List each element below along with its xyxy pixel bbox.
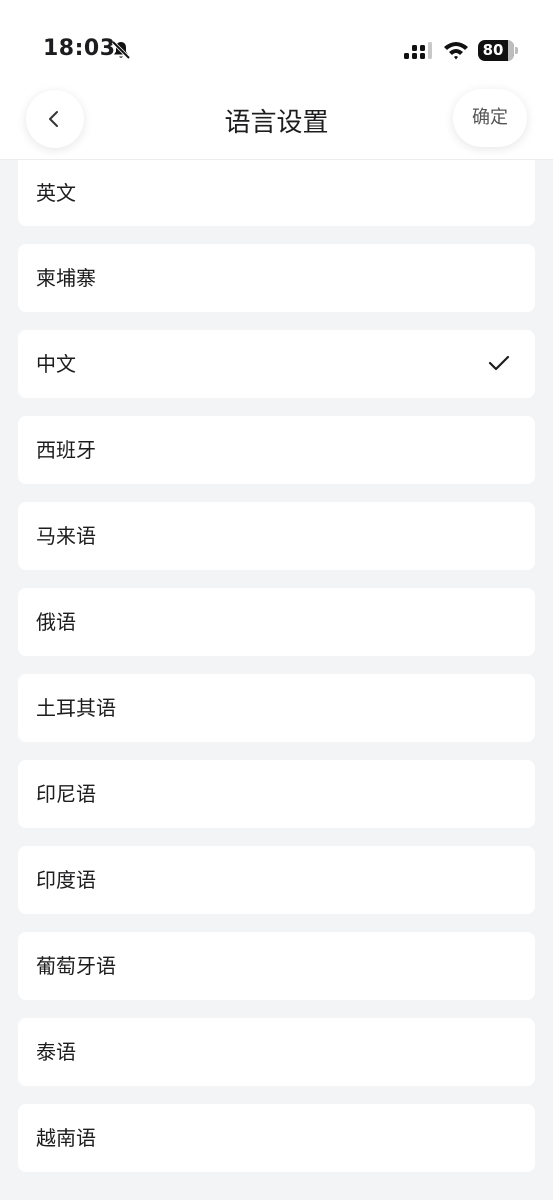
- language-label: 越南语: [36, 1126, 96, 1150]
- status-bar: 18:03 80: [0, 0, 553, 80]
- language-item-indonesian[interactable]: 印尼语: [18, 760, 535, 828]
- language-label: 俄语: [36, 610, 76, 634]
- language-label: 马来语: [36, 524, 96, 548]
- language-item-english[interactable]: 英文: [18, 160, 535, 226]
- language-item-spanish[interactable]: 西班牙: [18, 416, 535, 484]
- language-label: 西班牙: [36, 438, 96, 462]
- confirm-button[interactable]: 确定: [453, 89, 527, 147]
- language-item-khmer[interactable]: 柬埔寨: [18, 244, 535, 312]
- language-label: 中文: [36, 352, 76, 376]
- language-item-malay[interactable]: 马来语: [18, 502, 535, 570]
- language-item-chinese[interactable]: 中文: [18, 330, 535, 398]
- battery-icon: 80: [478, 40, 518, 61]
- language-item-thai[interactable]: 泰语: [18, 1018, 535, 1086]
- language-label: 柬埔寨: [36, 266, 96, 290]
- checkmark-icon: [488, 355, 510, 371]
- cellular-signal-icon: [404, 42, 432, 59]
- language-item-hindi[interactable]: 印度语: [18, 846, 535, 914]
- wifi-icon: [444, 42, 468, 60]
- language-label: 葡萄牙语: [36, 954, 116, 978]
- battery-level: 80: [482, 41, 504, 59]
- language-item-portuguese[interactable]: 葡萄牙语: [18, 932, 535, 1000]
- language-item-vietnamese[interactable]: 越南语: [18, 1104, 535, 1172]
- status-time: 18:03: [43, 36, 116, 61]
- language-label: 印度语: [36, 868, 96, 892]
- language-label: 泰语: [36, 1040, 76, 1064]
- language-item-russian[interactable]: 俄语: [18, 588, 535, 656]
- nav-bar: 语言设置 确定: [0, 80, 553, 160]
- language-label: 土耳其语: [36, 696, 116, 720]
- bell-muted-icon: [111, 40, 131, 60]
- language-label: 印尼语: [36, 782, 96, 806]
- language-item-turkish[interactable]: 土耳其语: [18, 674, 535, 742]
- language-label: 英文: [36, 181, 76, 205]
